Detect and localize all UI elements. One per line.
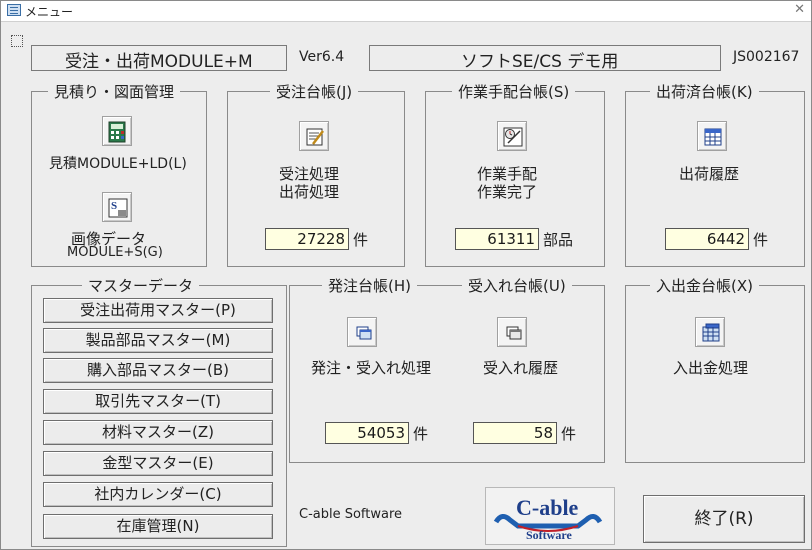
- master-button-purchase-parts[interactable]: 購入部品マスター(B): [43, 358, 273, 383]
- shipped-group-label: 出荷済台帳(K): [650, 81, 759, 102]
- orders-count-unit: 件: [353, 231, 369, 249]
- exit-button[interactable]: 終了(R): [643, 495, 805, 543]
- master-group: マスターデータ: [31, 275, 287, 547]
- estimate-group-label: 見積り・図面管理: [48, 81, 181, 102]
- payments-label-1: 入出金処理: [673, 359, 749, 377]
- payments-group-label: 入出金台帳(X): [650, 275, 759, 296]
- app-name: 受注・出荷MODULE+M: [65, 52, 253, 72]
- master-button-calendar[interactable]: 社内カレンダー(C): [43, 482, 273, 507]
- logo-sub-text: Software: [526, 528, 572, 542]
- receiving-group-label: 受入れ台帳(U): [462, 275, 572, 296]
- master-group-label: マスターデータ: [82, 275, 200, 296]
- master-button-customer[interactable]: 取引先マスター(T): [43, 389, 273, 414]
- orders-button[interactable]: [299, 121, 329, 151]
- window-title: メニュー: [25, 5, 74, 19]
- logo-main-text: C-able: [516, 495, 579, 520]
- title-bar: メニュー ✕: [1, 1, 811, 22]
- receiving-count-unit: 件: [561, 425, 577, 443]
- purchase-count-field: 54053: [325, 422, 409, 444]
- close-icon[interactable]: ✕: [794, 2, 805, 17]
- orders-label-2: 出荷処理: [279, 183, 340, 201]
- c-able-logo-icon: C-able Software: [493, 495, 603, 542]
- work-button[interactable]: [497, 121, 527, 151]
- window-stack-icon: [356, 326, 372, 340]
- image-data-button[interactable]: S: [102, 192, 132, 222]
- work-count-unit: 部品: [543, 231, 574, 249]
- calculator-icon: [108, 121, 126, 143]
- receiving-label-1: 受入れ履歴: [483, 359, 559, 377]
- company-logo: C-able Software: [485, 487, 615, 545]
- form-icon: [7, 4, 21, 16]
- master-button-product[interactable]: 製品部品マスター(M): [43, 328, 273, 353]
- clock-schedule-icon: [503, 127, 523, 147]
- orders-group-label: 受注台帳(J): [270, 81, 359, 102]
- orders-count-field: 27228: [265, 228, 349, 250]
- shipped-count-unit: 件: [753, 231, 769, 249]
- work-label-2: 作業完了: [477, 183, 538, 201]
- work-count-field: 61311: [455, 228, 539, 250]
- menu-window: メニュー ✕ 受注・出荷MODULE+M Ver6.4 ソフトSE/CS デモ用…: [0, 0, 812, 550]
- calendar-grid-icon: [704, 128, 722, 146]
- selector-mark: [11, 35, 23, 47]
- order-edit-icon: [306, 128, 324, 146]
- edition-label: ソフトSE/CS デモ用: [461, 52, 619, 72]
- serial-label: JS002167: [733, 49, 800, 65]
- shipped-count-field: 6442: [665, 228, 749, 250]
- ledger-grid-icon: [702, 323, 720, 342]
- master-button-material[interactable]: 材料マスター(Z): [43, 420, 273, 445]
- master-button-inventory[interactable]: 在庫管理(N): [43, 514, 273, 539]
- company-name: C-able Software: [299, 507, 403, 522]
- master-button-order[interactable]: 受注出荷用マスター(P): [43, 298, 273, 323]
- version-label: Ver6.4: [299, 49, 345, 65]
- svg-text:S: S: [111, 200, 117, 212]
- image-data-label-2[interactable]: MODULE+S(G): [67, 245, 163, 260]
- shipped-label-1: 出荷履歴: [679, 165, 740, 183]
- purchase-group-label: 発注台帳(H): [322, 275, 417, 296]
- receiving-button[interactable]: [497, 317, 527, 347]
- purchase-count-unit: 件: [413, 425, 429, 443]
- image-sheet-icon: S: [108, 198, 128, 218]
- estimate-button[interactable]: [102, 116, 132, 146]
- estimate-button-label[interactable]: 見積MODULE+LD(L): [49, 153, 187, 173]
- master-button-mold[interactable]: 金型マスター(E): [43, 451, 273, 476]
- shipped-button[interactable]: [697, 121, 727, 151]
- purchase-label-1: 発注・受入れ処理: [311, 359, 432, 377]
- work-group-label: 作業手配台帳(S): [452, 81, 576, 102]
- window-copy-icon: [506, 326, 522, 340]
- payments-button[interactable]: [695, 317, 725, 347]
- purchase-button[interactable]: [347, 317, 377, 347]
- receiving-count-field: 58: [473, 422, 557, 444]
